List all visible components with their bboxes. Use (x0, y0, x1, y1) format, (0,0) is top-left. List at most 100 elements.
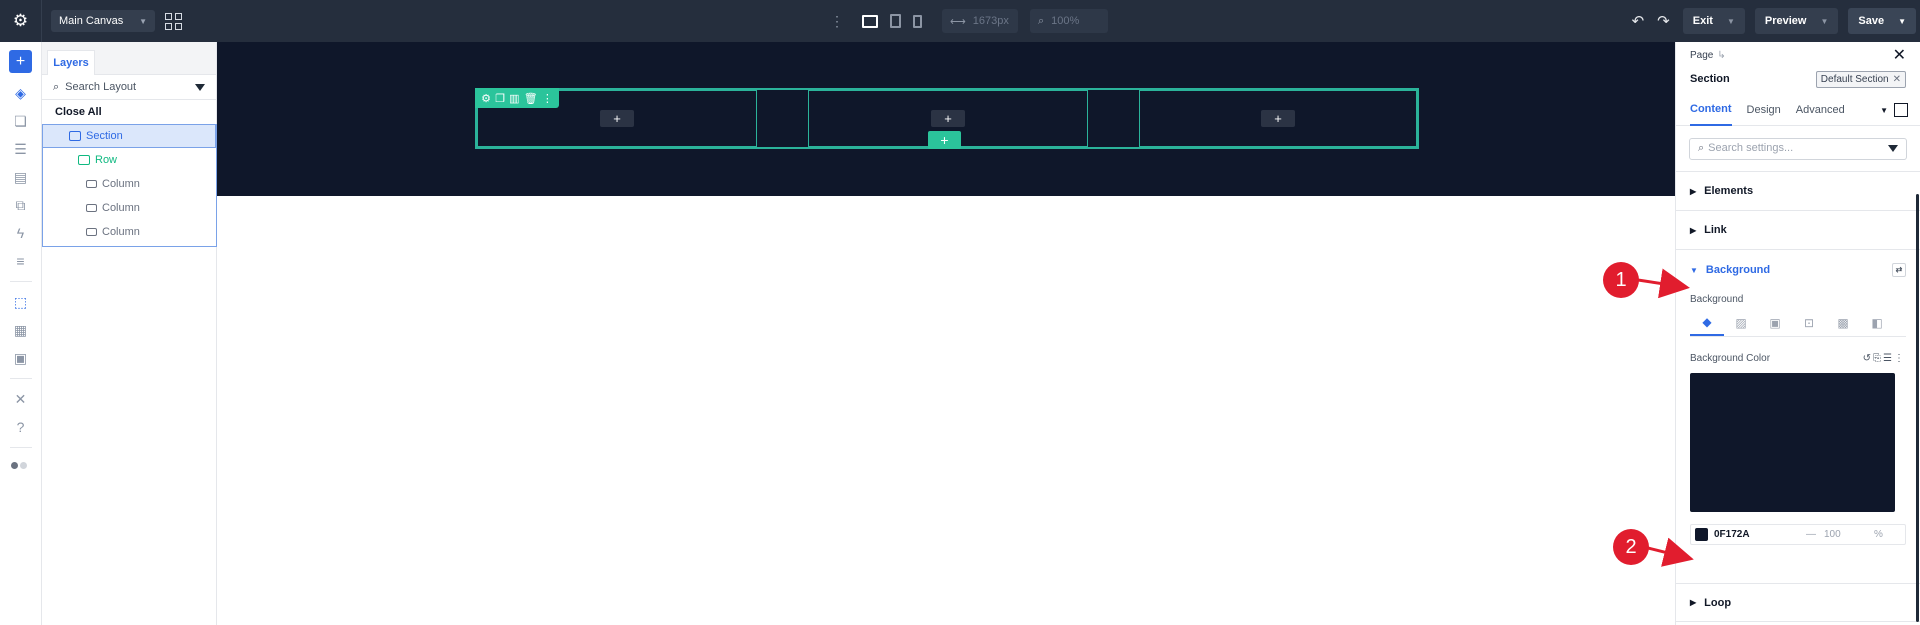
chevron-down-icon[interactable]: ▼ (1880, 106, 1888, 115)
chevron-down-icon: ▼ (1820, 16, 1829, 26)
grid-apps-icon[interactable] (165, 12, 182, 30)
redo-icon[interactable]: ↷ (1657, 12, 1670, 30)
options-toggle-icon[interactable]: ⇄ (1892, 262, 1906, 277)
add-module-button[interactable]: + (1261, 110, 1295, 127)
column-3[interactable]: + (1139, 90, 1417, 147)
image-icon[interactable]: ▣ (1758, 310, 1792, 336)
columns-icon[interactable]: ▥ (509, 92, 519, 105)
group-elements[interactable]: ▶ Elements (1676, 172, 1920, 211)
exit-button[interactable]: Exit ▼ (1682, 8, 1745, 34)
help-icon[interactable]: ? (11, 417, 31, 437)
add-module-button[interactable]: + (931, 110, 965, 127)
expand-square-icon[interactable] (1894, 103, 1908, 117)
color-swatch-small[interactable] (1695, 528, 1708, 541)
video-icon[interactable]: ⊡ (1792, 310, 1826, 336)
more-vertical-icon[interactable]: ⋮ (830, 13, 844, 30)
layers-icon[interactable]: ◈ (11, 83, 31, 103)
theme-toggle-icon[interactable] (10, 460, 31, 470)
library-icon[interactable]: ❏ (11, 111, 31, 131)
tab-advanced[interactable]: Advanced (1796, 94, 1845, 126)
close-icon[interactable]: ✕ (1893, 74, 1901, 85)
reset-icon[interactable]: ↺ (1863, 353, 1873, 364)
group-loop[interactable]: ▶ Loop (1676, 583, 1920, 622)
preview-button[interactable]: Preview ▼ (1754, 8, 1839, 34)
database-icon[interactable]: ☰ (11, 139, 31, 159)
canvas-selector[interactable]: Main Canvas ▼ (51, 10, 155, 32)
desktop-view-icon[interactable] (862, 14, 878, 28)
layer-section-label: Section (86, 130, 123, 142)
settings-title-row: Section Default Section ✕ (1676, 64, 1920, 94)
more-vertical-icon[interactable]: ⋮ (542, 92, 553, 105)
group-elements-label: Elements (1704, 185, 1754, 197)
canvas-width-value: 1673px (972, 15, 1009, 27)
save-label: Save (1858, 15, 1885, 27)
tablet-view-icon[interactable] (890, 14, 901, 28)
section-block[interactable]: + + + ⚙ ❐ ▥ 🗑 ⋮ + (217, 42, 1675, 196)
settings-search-input[interactable]: ⌕ Search settings... (1689, 137, 1907, 160)
close-all-button[interactable]: Close All (42, 100, 216, 124)
layer-row-label: Row (95, 154, 118, 166)
width-arrows-icon: ⟷ (950, 15, 966, 28)
exit-label: Exit (1692, 15, 1713, 27)
tab-content[interactable]: Content (1690, 94, 1732, 126)
filter-icon[interactable] (1888, 145, 1898, 152)
add-row-button[interactable]: + (928, 131, 961, 149)
lightning-icon[interactable]: ϟ (11, 223, 31, 243)
annotation-badge-2: 2 (1613, 529, 1649, 565)
preset-badge[interactable]: Default Section ✕ (1815, 70, 1906, 88)
history-icon[interactable]: ▣ (11, 348, 31, 368)
save-button[interactable]: Save ▼ (1848, 8, 1916, 34)
caret-right-icon: ▶ (1690, 225, 1697, 235)
return-icon: ↳ (1717, 49, 1726, 61)
layer-section[interactable]: Section (42, 124, 216, 148)
hex-input[interactable]: 0F172A (1714, 529, 1806, 540)
tab-design[interactable]: Design (1747, 94, 1781, 126)
sliders-icon[interactable]: ≡ (11, 251, 31, 271)
pages-icon[interactable]: ⧉ (11, 195, 31, 215)
trash-icon[interactable]: 🗑 (524, 92, 538, 105)
builder-canvas[interactable]: + + + ⚙ ❐ ▥ 🗑 ⋮ + (217, 42, 1675, 625)
preset-label: Default Section (1820, 73, 1889, 85)
form-icon[interactable]: ▤ (11, 167, 31, 187)
copy-icon[interactable]: ⎘ (1873, 353, 1883, 364)
phone-view-icon[interactable] (913, 14, 922, 28)
layer-column[interactable]: Column (42, 196, 216, 220)
layers-panel: Layers ⌕ Search Layout Close All Section … (42, 42, 217, 625)
filter-icon[interactable] (195, 83, 205, 91)
paint-bucket-icon[interactable]: ◆ (1690, 310, 1724, 336)
layer-column-label: Column (102, 202, 140, 214)
breadcrumb[interactable]: Page ↳ (1690, 50, 1726, 61)
mask-icon[interactable]: ◧ (1860, 310, 1894, 336)
database-icon[interactable]: ☰ (1883, 353, 1894, 364)
canvas-width-field[interactable]: ⟷ 1673px (942, 9, 1018, 33)
tab-extra-controls: ▼ (1880, 103, 1908, 117)
canvas-name: Main Canvas (59, 15, 124, 27)
pattern-icon[interactable]: ▩ (1826, 310, 1860, 336)
group-link[interactable]: ▶ Link (1676, 211, 1920, 250)
more-vertical-icon[interactable]: ⋮ (1894, 353, 1906, 364)
rail-divider (9, 281, 32, 282)
group-background[interactable]: ▼ Background ⇄ (1676, 250, 1920, 289)
annotation-badge-1: 1 (1603, 262, 1639, 298)
close-icon[interactable]: ✕ (1893, 45, 1906, 65)
opacity-input[interactable]: 100 (1824, 529, 1874, 540)
zoom-field[interactable]: ⌕ 100% (1030, 9, 1108, 33)
duplicate-icon[interactable]: ❐ (495, 92, 505, 105)
template-icon[interactable]: ▦ (11, 320, 31, 340)
layer-column[interactable]: Column (42, 220, 216, 244)
layer-column[interactable]: Column (42, 172, 216, 196)
gradient-icon[interactable]: ▨ (1724, 310, 1758, 336)
settings-gear-icon[interactable]: ⚙ (0, 0, 42, 42)
undo-icon[interactable]: ↶ (1632, 12, 1645, 30)
tab-layers[interactable]: Layers (47, 50, 95, 75)
tools-icon[interactable]: ✕ (11, 389, 31, 409)
layers-search[interactable]: ⌕ Search Layout (42, 75, 216, 100)
layer-column-label: Column (102, 226, 140, 238)
add-module-button[interactable]: + (600, 110, 634, 127)
color-preview-swatch[interactable] (1690, 373, 1895, 512)
cursor-select-icon[interactable]: ⬚ (11, 292, 31, 312)
layer-row[interactable]: Row (42, 148, 216, 172)
add-module-button[interactable]: + (9, 50, 32, 73)
gear-icon[interactable]: ⚙ (481, 92, 491, 105)
settings-scrollbar[interactable] (1916, 194, 1919, 622)
